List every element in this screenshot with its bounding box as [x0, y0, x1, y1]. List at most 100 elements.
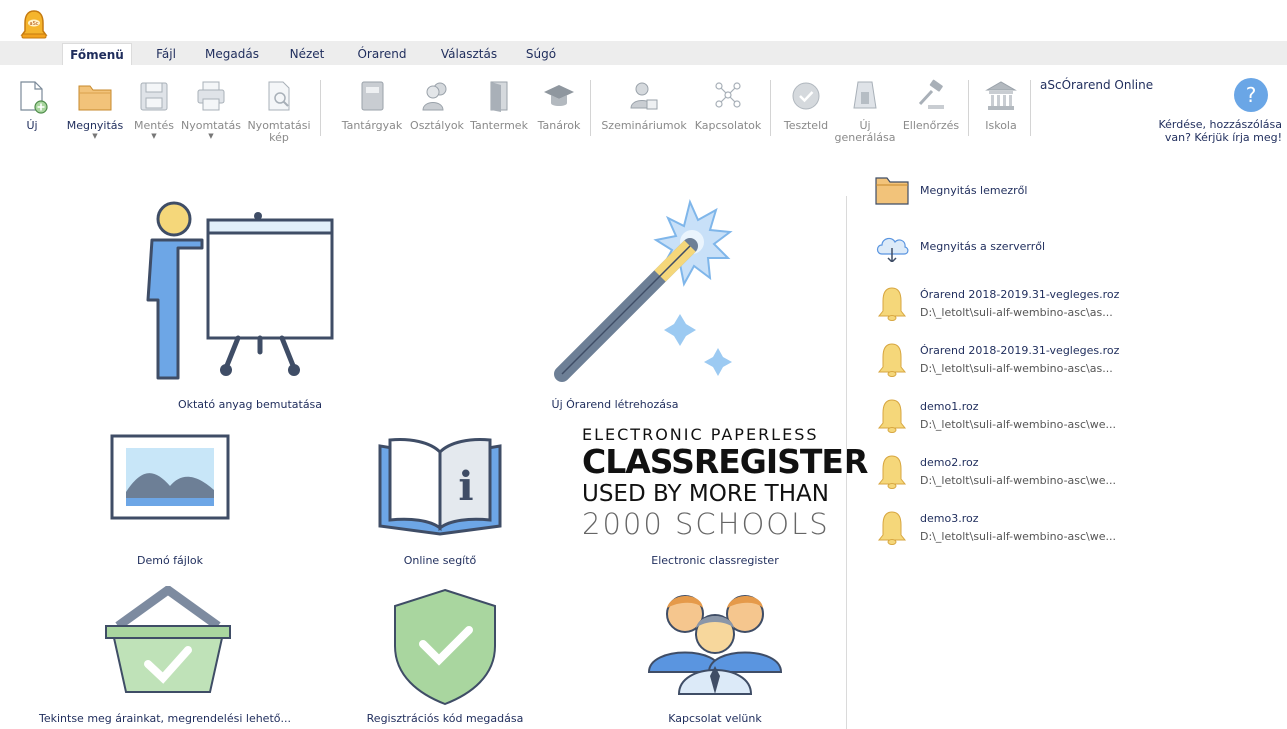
- ribbon-separator: [1030, 80, 1031, 136]
- shield-check-icon: [394, 588, 496, 706]
- recent-file-name: Órarend 2018-2019.31-vegleges.roz: [920, 344, 1120, 357]
- school-button[interactable]: Iskola: [976, 78, 1026, 148]
- classes-people-icon: [422, 82, 447, 111]
- pricing-tile[interactable]: Tekintse meg árainkat, megrendelési lehe…: [30, 585, 300, 726]
- slogan-line-4: 2000 SCHOOLS: [582, 507, 830, 541]
- recent-file-name: demo1.roz: [920, 400, 979, 413]
- open-from-server-item[interactable]: Megnyitás a szerverről: [874, 230, 1174, 264]
- test-check-badge-icon: [792, 82, 820, 110]
- test-label: Teszteld: [783, 119, 829, 132]
- new-button[interactable]: Új: [14, 78, 50, 148]
- feedback-label-1: Kérdése, hozzászólása: [1158, 118, 1283, 131]
- feedback-label-2: van? Kérjük írja meg!: [1164, 131, 1282, 144]
- online-help-tile[interactable]: i Online segítő: [340, 430, 540, 570]
- recent-file-path: D:\_letolt\suli-alf-wembino-asc\as...: [920, 306, 1113, 319]
- test-button[interactable]: Teszteld: [778, 78, 834, 148]
- print-button[interactable]: Nyomtatás ▼: [180, 78, 242, 148]
- app-logo-bell-icon[interactable]: aSc: [18, 8, 50, 42]
- ribbon-separator: [968, 80, 969, 136]
- online-help-label: Online segítő: [403, 554, 477, 567]
- new-timetable-label: Új Órarend létrehozása: [551, 398, 679, 411]
- tab-fomenu[interactable]: Főmenü: [62, 43, 132, 65]
- bell-file-icon: [877, 343, 907, 377]
- ribbon-separator: [590, 80, 591, 136]
- pricing-label: Tekintse meg árainkat, megrendelési lehe…: [39, 712, 291, 725]
- registration-tile[interactable]: Regisztrációs kód megadása: [345, 586, 545, 726]
- menu-tab-bar: [0, 41, 1287, 65]
- open-button[interactable]: Megnyitás ▼: [62, 78, 128, 148]
- tab-megadas[interactable]: Megadás: [198, 43, 266, 65]
- contact-people-icon: [647, 595, 783, 695]
- tab-valasztas[interactable]: Választás: [428, 43, 510, 65]
- seminars-person-icon: [630, 82, 658, 110]
- open-from-disk-item[interactable]: Megnyitás lemezről: [874, 174, 1174, 208]
- generate-button[interactable]: Új generálása: [832, 78, 898, 148]
- app-logo-text: aSc: [30, 21, 39, 27]
- tab-sugo[interactable]: Súgó: [516, 43, 566, 65]
- open-from-disk-label: Megnyitás lemezről: [920, 184, 1028, 197]
- tutorial-label: Oktató anyag bemutatása: [177, 398, 323, 411]
- recent-file-name: demo3.roz: [920, 512, 979, 525]
- seminars-label: Szemináriumok: [601, 119, 687, 132]
- recent-file-name: Órarend 2018-2019.31-vegleges.roz: [920, 288, 1120, 301]
- shopping-basket-icon: [105, 585, 231, 693]
- classes-button[interactable]: Osztályok: [406, 78, 468, 148]
- print-label: Nyomtatás: [180, 119, 242, 132]
- check-button[interactable]: Ellenőrzés: [898, 78, 964, 148]
- bell-file-icon: [877, 511, 907, 545]
- gavel-icon: [918, 79, 944, 109]
- recent-file-item[interactable]: Órarend 2018-2019.31-vegleges.roz D:\_le…: [874, 340, 1174, 384]
- rooms-door-icon: [490, 81, 508, 112]
- recent-file-item[interactable]: demo2.roz D:\_letolt\suli-alf-wembino-as…: [874, 452, 1174, 496]
- teachers-label: Tanárok: [537, 119, 581, 132]
- teachers-button[interactable]: Tanárok: [532, 78, 586, 148]
- print-preview-button[interactable]: Nyomtatási kép: [244, 78, 314, 148]
- classregister-label: Electronic classregister: [651, 554, 779, 567]
- classregister-slogan[interactable]: ELECTRONIC PAPERLESS CLASSREGISTER USED …: [582, 425, 868, 541]
- folder-icon: [875, 177, 909, 205]
- subjects-button[interactable]: Tantárgyak: [338, 78, 406, 148]
- save-label: Mentés: [133, 119, 175, 132]
- slogan-line-3: USED BY MORE THAN: [582, 481, 829, 507]
- tab-orarend[interactable]: Órarend: [350, 43, 414, 65]
- online-link[interactable]: aScÓrarend Online: [1040, 78, 1153, 92]
- recent-file-path: D:\_letolt\suli-alf-wembino-asc\we...: [920, 474, 1117, 487]
- tab-fajl[interactable]: Fájl: [142, 43, 190, 65]
- feedback-button[interactable]: ? Kérdése, hozzászólása van? Kérjük írja…: [1150, 78, 1282, 144]
- demo-files-label: Demó fájlok: [136, 554, 203, 567]
- check-label: Ellenőrzés: [902, 119, 960, 132]
- school-building-icon: [985, 81, 1017, 110]
- bell-file-icon: [877, 399, 907, 433]
- svg-text:i: i: [458, 463, 473, 510]
- ribbon-separator: [320, 80, 321, 136]
- open-dropdown-caret-icon[interactable]: ▼: [62, 132, 128, 140]
- slogan-line-2: CLASSREGISTER: [582, 442, 868, 481]
- rooms-button[interactable]: Tantermek: [468, 78, 530, 148]
- help-question-icon: ?: [1234, 78, 1268, 112]
- demo-files-tile[interactable]: Demó fájlok: [70, 430, 270, 570]
- seminars-button[interactable]: Szemináriumok: [596, 78, 692, 148]
- new-document-icon: [20, 81, 48, 114]
- recent-file-path: D:\_letolt\suli-alf-wembino-asc\we...: [920, 530, 1117, 543]
- info-book-icon: i: [378, 438, 502, 536]
- new-label: Új: [26, 119, 38, 132]
- classregister-tile[interactable]: Electronic classregister: [620, 554, 810, 574]
- print-preview-icon: [268, 81, 290, 111]
- print-dropdown-caret-icon[interactable]: ▼: [180, 132, 242, 140]
- relations-button[interactable]: Kapcsolatok: [690, 78, 766, 148]
- recent-file-item[interactable]: Órarend 2018-2019.31-vegleges.roz D:\_le…: [874, 284, 1174, 328]
- cloud-download-icon: [876, 237, 909, 264]
- tab-nezet[interactable]: Nézet: [282, 43, 332, 65]
- recent-file-item[interactable]: demo3.roz D:\_letolt\suli-alf-wembino-as…: [874, 508, 1174, 552]
- picture-demo-icon: [110, 434, 230, 520]
- save-button[interactable]: Mentés ▼: [130, 78, 178, 148]
- contact-tile[interactable]: Kapcsolat velünk: [615, 586, 815, 726]
- generate-icon: [853, 81, 877, 109]
- subjects-label: Tantárgyak: [341, 119, 403, 132]
- recent-file-item[interactable]: demo1.roz D:\_letolt\suli-alf-wembino-as…: [874, 396, 1174, 440]
- tutorial-tile[interactable]: Oktató anyag bemutatása: [120, 196, 380, 416]
- contact-label: Kapcsolat velünk: [668, 712, 762, 725]
- new-timetable-tile[interactable]: Új Órarend létrehozása: [530, 196, 800, 416]
- subjects-book-icon: [361, 81, 384, 111]
- save-dropdown-caret-icon[interactable]: ▼: [130, 132, 178, 140]
